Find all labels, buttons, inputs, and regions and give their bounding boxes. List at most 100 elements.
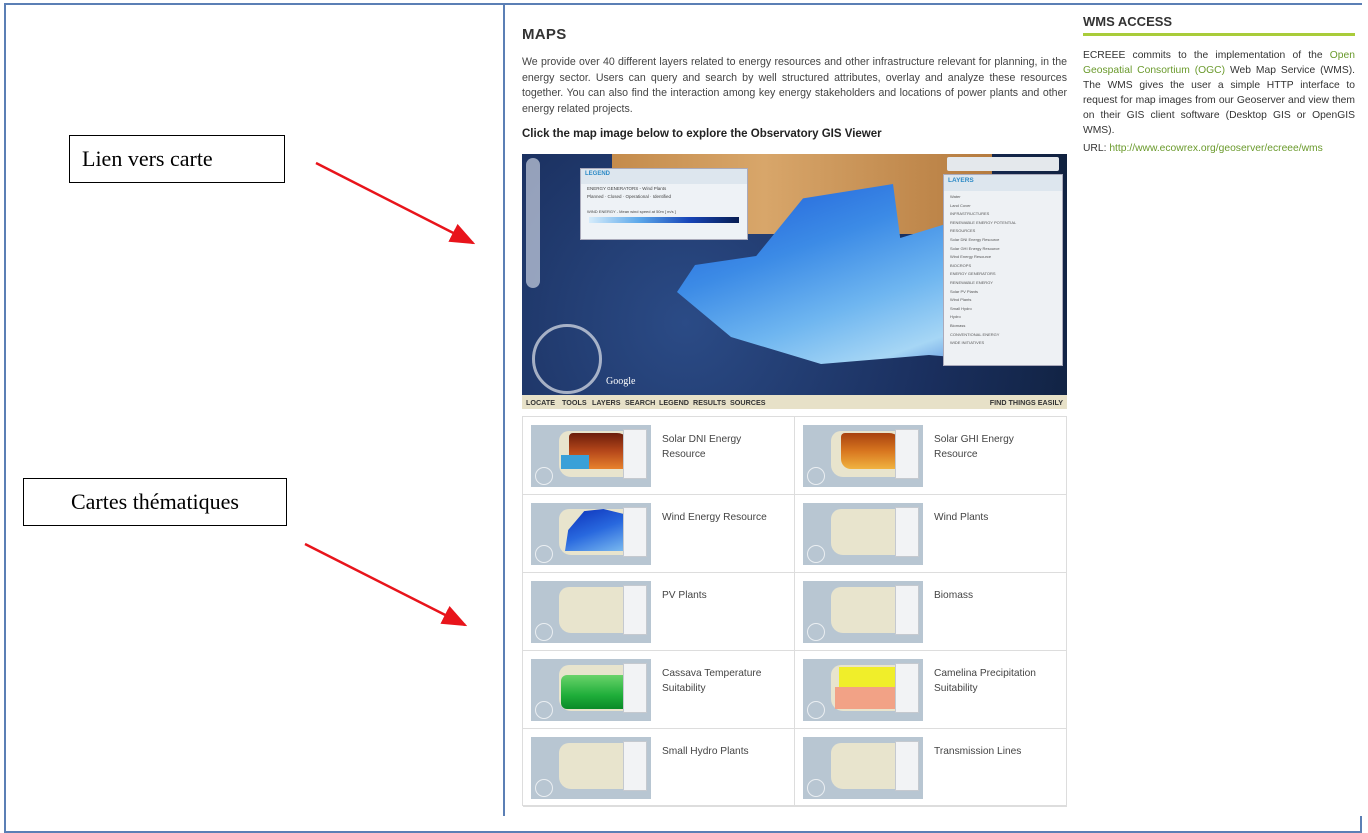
layer-item[interactable]: Solar DNI Energy Resource bbox=[950, 236, 1056, 245]
nav-find-things-easily: FIND THINGS EASILY bbox=[989, 398, 1063, 407]
thumbnail-logo-icon bbox=[807, 623, 825, 641]
maps-call-to-action: Click the map image below to explore the… bbox=[522, 128, 882, 140]
thematic-map-card[interactable]: Cassava Temperature Suitability bbox=[523, 651, 795, 729]
thematic-map-thumbnail[interactable] bbox=[803, 581, 923, 643]
thematic-map-thumbnail[interactable] bbox=[803, 659, 923, 721]
thematic-map-thumbnail[interactable] bbox=[531, 581, 651, 643]
nav-locate[interactable]: LOCATE bbox=[526, 398, 555, 407]
thumbnail-logo-icon bbox=[535, 467, 553, 485]
thumbnail-logo-icon bbox=[535, 779, 553, 797]
thumbnail-logo-icon bbox=[535, 545, 553, 563]
layer-item[interactable]: Water bbox=[950, 193, 1056, 202]
thumbnail-layers-panel bbox=[623, 663, 647, 713]
thumbnail-layers-panel bbox=[895, 507, 919, 557]
thumbnail-logo-icon bbox=[535, 623, 553, 641]
thumbnail-layers-panel bbox=[623, 429, 647, 479]
nav-legend[interactable]: LEGEND bbox=[659, 398, 689, 407]
thematic-map-card[interactable]: Camelina Precipitation Suitability bbox=[795, 651, 1067, 729]
layer-item[interactable]: ENERGY GENERATORS bbox=[950, 270, 1056, 279]
layer-item[interactable]: WIDE INITIATIVES bbox=[950, 339, 1056, 348]
layer-item[interactable]: CONVENTIONAL ENERGY bbox=[950, 331, 1056, 340]
thumbnail-logo-icon bbox=[807, 545, 825, 563]
maps-description: We provide over 40 different layers rela… bbox=[522, 56, 1067, 115]
thematic-map-card[interactable]: Solar DNI Energy Resource bbox=[523, 417, 795, 495]
nav-search[interactable]: SEARCH bbox=[625, 398, 655, 407]
maps-heading: MAPS bbox=[522, 26, 567, 43]
thematic-map-label[interactable]: Biomass bbox=[934, 588, 1059, 603]
google-attribution: Google bbox=[606, 376, 636, 387]
thematic-map-label[interactable]: Transmission Lines bbox=[934, 744, 1059, 759]
legend-item-identified: Identified bbox=[652, 194, 672, 199]
layer-item[interactable]: BIOCROPS bbox=[950, 262, 1056, 271]
thematic-map-label[interactable]: PV Plants bbox=[662, 588, 787, 603]
thumbnail-logo-icon bbox=[807, 701, 825, 719]
nav-tools[interactable]: TOOLS bbox=[562, 398, 587, 407]
thematic-maps-arrow bbox=[304, 542, 468, 627]
nav-sources[interactable]: SOURCES bbox=[730, 398, 766, 407]
thematic-map-card[interactable]: Wind Energy Resource bbox=[523, 495, 795, 573]
thumbnail-logo-icon bbox=[535, 701, 553, 719]
layer-item[interactable]: Solar PV Plants bbox=[950, 288, 1056, 297]
layer-item[interactable]: Biomass bbox=[950, 322, 1056, 331]
layer-item[interactable]: Small Hydro bbox=[950, 305, 1056, 314]
layers-panel[interactable]: LAYERS Water Land Cover INFRASTRUCTURES REN… bbox=[943, 174, 1063, 366]
wms-url-label: URL: bbox=[1083, 143, 1110, 154]
thematic-map-label[interactable]: Small Hydro Plants bbox=[662, 744, 787, 759]
layers-list: Water Land Cover INFRASTRUCTURES RENEWABLE … bbox=[944, 191, 1062, 350]
layer-item[interactable]: INFRASTRUCTURES bbox=[950, 210, 1056, 219]
legend-item-planned: Planned bbox=[587, 194, 604, 199]
wms-text-before: ECREEE commits to the implementation of … bbox=[1083, 50, 1330, 61]
thematic-map-thumbnail[interactable] bbox=[803, 503, 923, 565]
thumbnail-logo-icon bbox=[807, 779, 825, 797]
layer-item[interactable]: Wind Plants bbox=[950, 296, 1056, 305]
legend-scale-label: WIND ENERGY - Mean wind speed at 50m [ m… bbox=[587, 209, 676, 214]
legend-items: Planned · Closed · Operational · Identif… bbox=[587, 194, 672, 199]
thematic-map-thumbnail[interactable] bbox=[531, 737, 651, 799]
thematic-map-label[interactable]: Wind Energy Resource bbox=[662, 510, 787, 525]
thematic-map-thumbnail[interactable] bbox=[531, 503, 651, 565]
layer-item[interactable]: Wind Energy Resource bbox=[950, 253, 1056, 262]
thematic-map-thumbnail[interactable] bbox=[531, 659, 651, 721]
thematic-map-card[interactable]: Biomass bbox=[795, 573, 1067, 651]
layer-item[interactable]: Solar GHI Energy Resource bbox=[950, 245, 1056, 254]
wms-url-link[interactable]: http://www.ecowrex.org/geoserver/ecreee/… bbox=[1109, 143, 1322, 154]
wms-access-heading: WMS ACCESS bbox=[1083, 14, 1173, 29]
layer-item[interactable]: RESOURCES bbox=[950, 227, 1056, 236]
legend-title: LEGEND bbox=[581, 169, 747, 184]
thematic-map-label[interactable]: Wind Plants bbox=[934, 510, 1059, 525]
thematic-map-thumbnail[interactable] bbox=[803, 737, 923, 799]
wms-description: ECREEE commits to the implementation of … bbox=[1083, 48, 1355, 138]
thumbnail-logo-icon bbox=[807, 467, 825, 485]
legend-item-operational: Operational bbox=[625, 194, 649, 199]
thematic-map-label[interactable]: Solar GHI Energy Resource bbox=[934, 432, 1059, 462]
map-toolbar[interactable] bbox=[947, 157, 1059, 171]
legend-panel: LEGEND ENERGY GENERATORS - Wind Plants P… bbox=[580, 168, 748, 240]
nav-layers[interactable]: LAYERS bbox=[592, 398, 621, 407]
viewer-navbar: LOCATE TOOLS LAYERS SEARCH LEGEND RESULT… bbox=[522, 395, 1067, 409]
zoom-control[interactable] bbox=[526, 158, 540, 288]
thematic-map-card[interactable]: Transmission Lines bbox=[795, 729, 1067, 807]
layer-item[interactable]: RENEWABLE ENERGY bbox=[950, 279, 1056, 288]
thematic-map-thumbnail[interactable] bbox=[531, 425, 651, 487]
gis-viewer-map-image[interactable]: LEGEND ENERGY GENERATORS - Wind Plants P… bbox=[522, 154, 1067, 395]
legend-subtitle: ENERGY GENERATORS - Wind Plants bbox=[587, 186, 667, 191]
layer-item[interactable]: Hydro bbox=[950, 313, 1056, 322]
nav-results[interactable]: RESULTS bbox=[693, 398, 726, 407]
thematic-map-card[interactable]: PV Plants bbox=[523, 573, 795, 651]
thumbnail-layers-panel bbox=[623, 741, 647, 791]
thumbnail-layers-panel bbox=[895, 429, 919, 479]
thematic-map-card[interactable]: Solar GHI Energy Resource bbox=[795, 417, 1067, 495]
ecreee-logo-icon bbox=[532, 324, 602, 394]
thematic-map-label[interactable]: Camelina Precipitation Suitability bbox=[934, 666, 1059, 696]
thematic-map-label[interactable]: Cassava Temperature Suitability bbox=[662, 666, 787, 696]
layer-item[interactable]: Land Cover bbox=[950, 202, 1056, 211]
thematic-map-thumbnail[interactable] bbox=[803, 425, 923, 487]
thematic-map-card[interactable]: Small Hydro Plants bbox=[523, 729, 795, 807]
wms-url-line: URL: http://www.ecowrex.org/geoserver/ec… bbox=[1083, 143, 1323, 154]
layers-title: LAYERS bbox=[944, 175, 1062, 191]
thematic-map-label[interactable]: Solar DNI Energy Resource bbox=[662, 432, 787, 462]
legend-item-closed: Closed bbox=[607, 194, 622, 199]
thematic-map-card[interactable]: Wind Plants bbox=[795, 495, 1067, 573]
thumbnail-layers-panel bbox=[895, 663, 919, 713]
layer-item[interactable]: RENEWABLE ENERGY POTENTIAL bbox=[950, 219, 1056, 228]
